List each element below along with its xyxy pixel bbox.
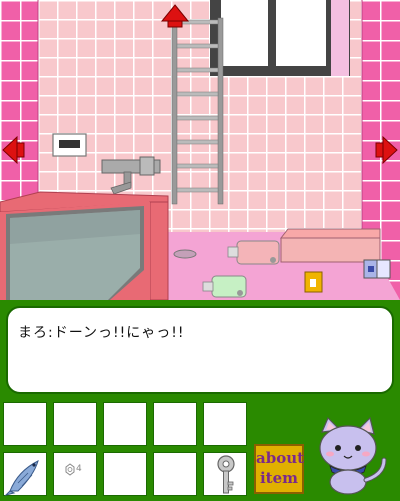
inventory-slot-5[interactable]: [203, 402, 247, 446]
inventory-slot-6[interactable]: [3, 452, 47, 496]
inventory-slot-3[interactable]: [103, 402, 147, 446]
dialog-box[interactable]: まろ:ドーンっ!!にゃっ!!: [6, 306, 394, 394]
inventory-slot-9[interactable]: [153, 452, 197, 496]
game-scene: [0, 0, 400, 300]
cat-mascot-icon: [319, 416, 387, 495]
yellow-tag[interactable]: [304, 271, 323, 293]
about-item-label: about item: [256, 449, 305, 487]
window[interactable]: [210, 0, 350, 76]
about-item-button[interactable]: about item: [254, 444, 304, 494]
wall-control-panel[interactable]: [52, 133, 87, 157]
inventory-slot-8[interactable]: [103, 452, 147, 496]
bath-step[interactable]: [279, 228, 381, 263]
dialog-text: まろ:ドーンっ!!にゃっ!!: [18, 325, 185, 341]
inventory-slot-1[interactable]: [3, 402, 47, 446]
bathtub[interactable]: [0, 191, 169, 300]
bottom-panel: まろ:ドーンっ!!にゃっ!! 4 about item: [0, 300, 400, 500]
key-icon: [217, 455, 235, 494]
hex-nut-icon: [65, 463, 75, 476]
nut-count: 4: [76, 464, 82, 474]
inventory-slot-2[interactable]: [53, 402, 97, 446]
inventory-slot-10[interactable]: [203, 452, 247, 496]
inventory-slot-4[interactable]: [153, 402, 197, 446]
fish-icon: [4, 460, 39, 496]
battery-box[interactable]: [363, 259, 391, 279]
drain[interactable]: [173, 249, 197, 259]
inventory-slot-7[interactable]: 4: [53, 452, 97, 496]
